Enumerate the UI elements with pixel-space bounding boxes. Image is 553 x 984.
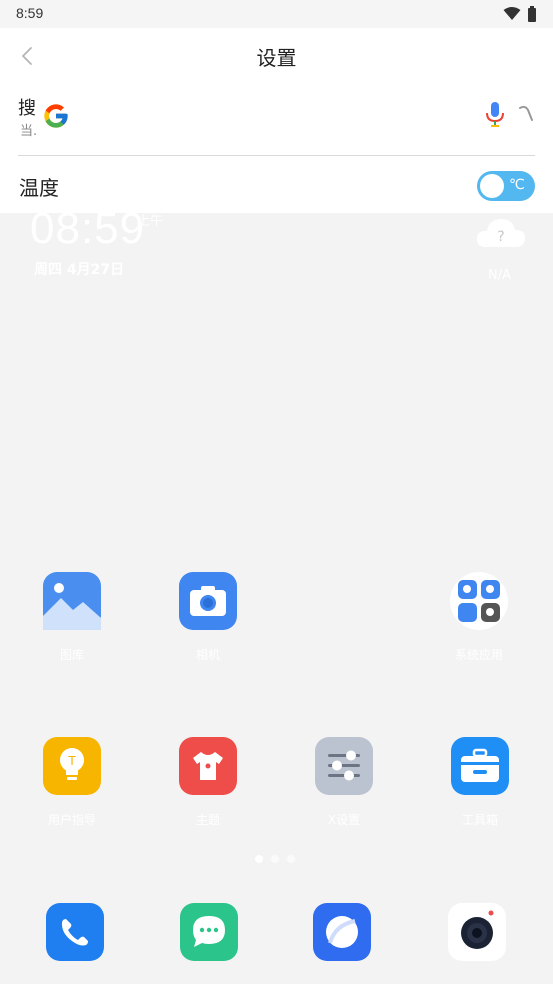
- battery-icon: [528, 6, 536, 22]
- toggle-unit-text: ℃: [509, 177, 525, 193]
- app-toolbox[interactable]: 工具箱: [425, 737, 535, 828]
- dock-messages[interactable]: [180, 903, 238, 961]
- shirt-icon: [179, 737, 237, 795]
- app-label: 用户指导: [47, 813, 96, 827]
- temperature-setting-row: 温度 ℃: [0, 158, 553, 213]
- dock-browser[interactable]: [313, 903, 371, 961]
- search-hint-top: 搜: [18, 98, 36, 119]
- app-user-guide[interactable]: T 用户指导: [17, 737, 127, 828]
- weather-status: N/A: [488, 268, 511, 283]
- dock-camera-lens[interactable]: [448, 903, 506, 961]
- microphone-icon[interactable]: [484, 100, 506, 130]
- sliders-icon: [315, 737, 373, 795]
- camera-lens-icon: [461, 910, 494, 949]
- page-title: 设置: [256, 46, 297, 70]
- gallery-icon: [43, 572, 101, 630]
- search-hint-bottom: 当.: [20, 124, 38, 139]
- svg-text:T: T: [67, 754, 76, 768]
- app-system-apps-folder[interactable]: 系统应用: [424, 572, 534, 663]
- app-label: 系统应用: [454, 648, 503, 662]
- google-logo[interactable]: [42, 102, 70, 130]
- app-label: 主题: [195, 813, 220, 827]
- page-indicator[interactable]: [255, 855, 295, 863]
- divider: [18, 155, 535, 156]
- lightbulb-icon: T: [43, 737, 101, 795]
- search-widget-row[interactable]: 搜 当.: [0, 86, 553, 154]
- app-label: 相机: [195, 648, 220, 662]
- status-icons: [503, 6, 537, 22]
- app-camera[interactable]: 相机: [153, 572, 263, 663]
- dock-phone[interactable]: [46, 903, 104, 961]
- app-x-settings[interactable]: X设置: [289, 737, 399, 828]
- camera-icon: [179, 572, 237, 630]
- cloud-question-icon[interactable]: ?: [474, 213, 528, 251]
- app-gallery[interactable]: 图库: [17, 572, 127, 663]
- temperature-unit-toggle[interactable]: ℃: [477, 171, 535, 201]
- page-dot-active[interactable]: [255, 855, 263, 863]
- browser-icon: [326, 916, 358, 948]
- page-dot[interactable]: [287, 855, 295, 863]
- status-bar: 8:59: [0, 0, 553, 28]
- clock-date: 周四 4月27日: [34, 262, 125, 278]
- status-time: 8:59: [16, 5, 44, 21]
- app-label: 图库: [59, 648, 84, 662]
- temperature-label: 温度: [19, 176, 59, 200]
- settings-panel: 设置 搜 当. 温度 ℃: [0, 28, 553, 213]
- messages-icon: [193, 916, 225, 947]
- toggle-knob: [480, 174, 504, 198]
- toolbox-icon: [451, 737, 509, 795]
- app-label: 工具箱: [461, 813, 498, 827]
- app-label: X设置: [327, 813, 361, 827]
- app-themes[interactable]: 主题: [153, 737, 263, 828]
- svg-text:?: ?: [497, 229, 504, 245]
- page-dot[interactable]: [271, 855, 279, 863]
- wifi-icon: [503, 7, 521, 20]
- phone-icon: [61, 919, 88, 946]
- lens-icon[interactable]: [516, 104, 536, 126]
- system-apps-folder-icon: [450, 572, 508, 630]
